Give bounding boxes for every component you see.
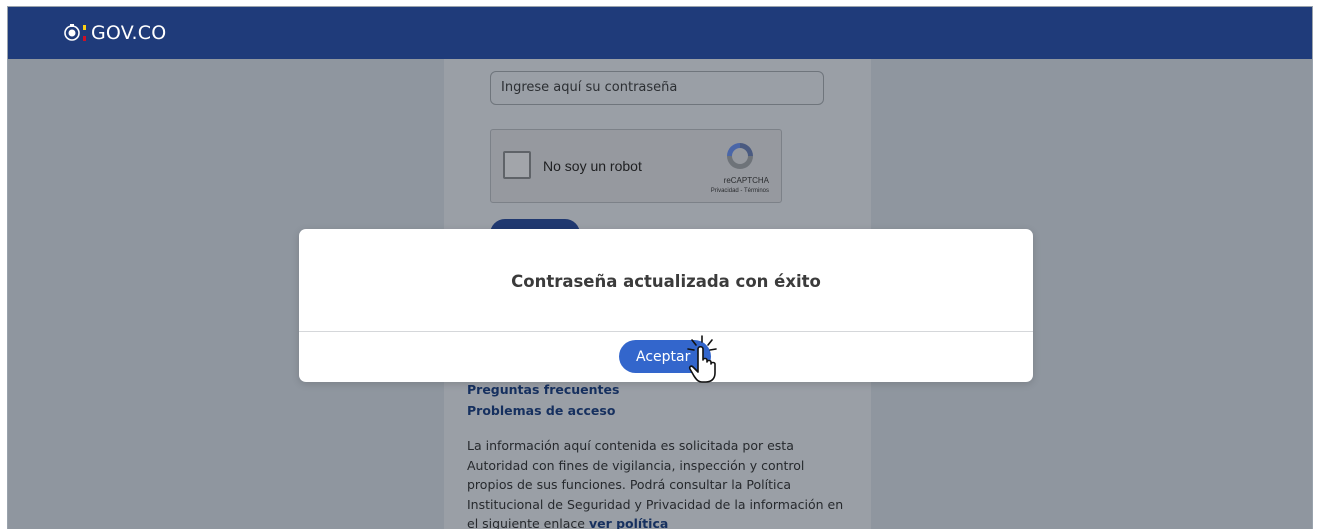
recaptcha-logo-icon [727,143,753,169]
privacy-policy-link[interactable]: ver política [589,516,668,529]
success-modal: Contraseña actualizada con éxito Aceptar [299,229,1033,383]
faq-link[interactable]: Preguntas frecuentes [467,382,619,397]
recaptcha-brand: reCAPTCHA [723,176,769,185]
modal-divider [299,331,1033,332]
access-problems-link[interactable]: Problemas de acceso [467,403,615,418]
gov-logo-text: GOV.CO [91,22,167,44]
modal-title: Contraseña actualizada con éxito [511,272,821,291]
gov-logo[interactable]: GOV.CO [64,22,166,44]
recaptcha-label: No soy un robot [543,158,642,174]
info-paragraph: La información aquí contenida es solicit… [467,436,847,529]
recaptcha-links[interactable]: Privacidad - Términos [711,188,769,194]
recaptcha-checkbox[interactable] [503,151,531,179]
browser-viewport: GOV.CO Ingrese aquí su contraseña No soy… [7,6,1313,529]
shield-icon [64,24,80,41]
password-input[interactable]: Ingrese aquí su contraseña [490,71,824,105]
colombia-flag-icon [83,25,86,41]
recaptcha-widget: No soy un robot reCAPTCHA Privacidad - T… [490,129,782,203]
hand-pointer-icon [687,335,717,383]
gov-header: GOV.CO [8,7,1312,59]
